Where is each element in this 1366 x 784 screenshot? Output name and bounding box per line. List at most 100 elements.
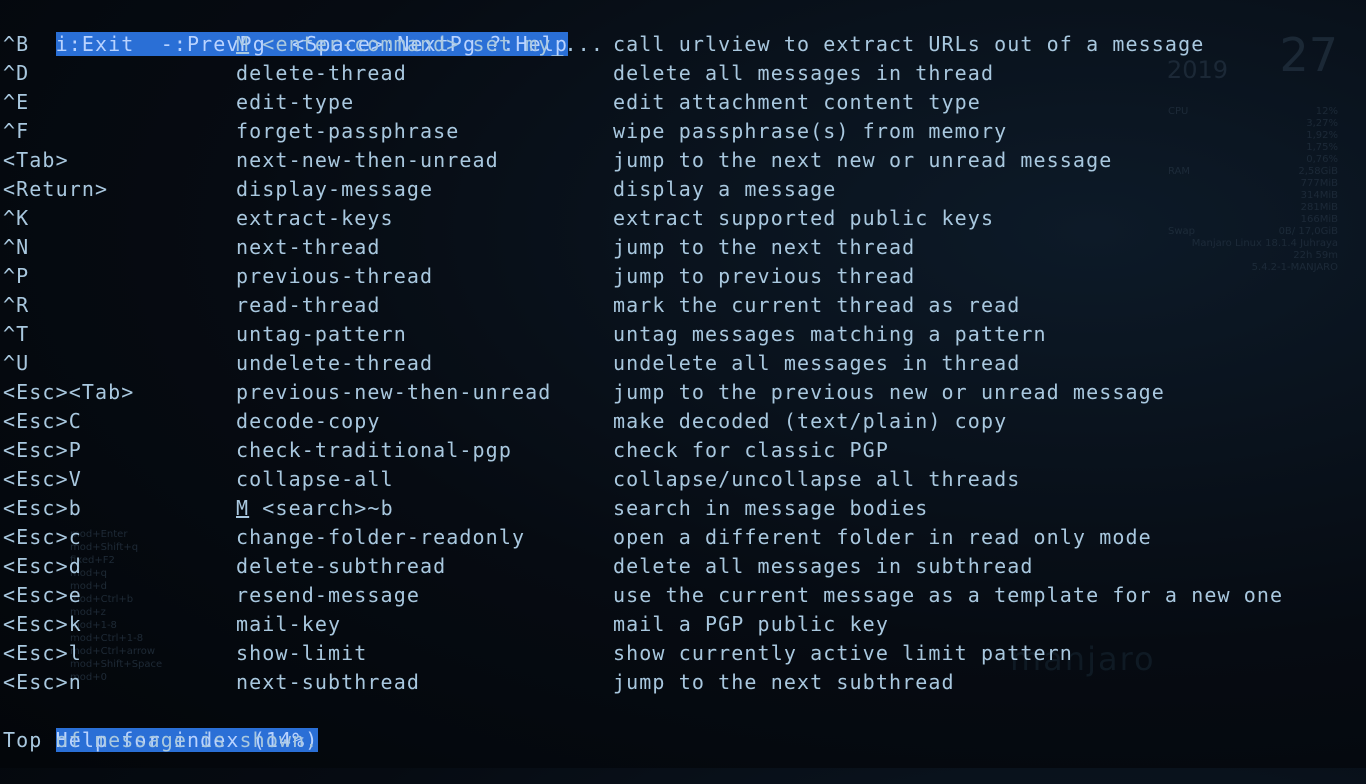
keybinding-row: ^U undelete-thread undelete all messages i… bbox=[0, 349, 1366, 378]
binding-description: make decoded (text/plain) copy bbox=[613, 409, 1008, 433]
binding-description: use the current message as a template fo… bbox=[613, 583, 1284, 607]
keybinding-row: ^F forget-passphrase wipe passphrase(s) fr… bbox=[0, 117, 1366, 146]
message-line: Top of message is shown. bbox=[3, 728, 319, 752]
binding-function: next-new-then-unread bbox=[236, 146, 499, 175]
binding-key: <Esc>V bbox=[3, 467, 82, 491]
binding-function: decode-copy bbox=[236, 407, 381, 436]
terminal-window[interactable]: i:Exit -:PrevPg <Space>:NextPg ?:Help ^B… bbox=[0, 0, 1366, 768]
keybinding-row: <Esc>C decode-copy make decoded (text/plai… bbox=[0, 407, 1366, 436]
binding-key: ^T bbox=[3, 322, 30, 346]
binding-function: previous-thread bbox=[236, 262, 433, 291]
binding-description: delete all messages in thread bbox=[613, 61, 995, 85]
binding-key: ^K bbox=[3, 206, 30, 230]
binding-key: <Esc>P bbox=[3, 438, 82, 462]
keybinding-row: <Tab> next-new-then-unread jump to the nex… bbox=[0, 146, 1366, 175]
binding-key: ^E bbox=[3, 90, 30, 114]
binding-description: wipe passphrase(s) from memory bbox=[613, 119, 1008, 143]
binding-function-text: change-folder-readonly bbox=[236, 525, 526, 549]
binding-function: untag-pattern bbox=[236, 320, 407, 349]
binding-function: display-message bbox=[236, 175, 433, 204]
binding-description: collapse/uncollapse all threads bbox=[613, 467, 1021, 491]
binding-function: next-thread bbox=[236, 233, 381, 262]
binding-function-text: <enter-command> set my_... bbox=[249, 32, 604, 56]
binding-function: resend-message bbox=[236, 581, 420, 610]
binding-description: untag messages matching a pattern bbox=[613, 322, 1047, 346]
binding-function: delete-thread bbox=[236, 59, 407, 88]
binding-description: check for classic PGP bbox=[613, 438, 889, 462]
binding-function: previous-new-then-unread bbox=[236, 378, 551, 407]
keybinding-row: ^K extract-keys extract supported public k… bbox=[0, 204, 1366, 233]
binding-description: show currently active limit pattern bbox=[613, 641, 1073, 665]
binding-key: ^F bbox=[3, 119, 30, 143]
binding-function-text: forget-passphrase bbox=[236, 119, 460, 143]
binding-function-text: next-new-then-unread bbox=[236, 148, 499, 172]
binding-function-text: undelete-thread bbox=[236, 351, 434, 375]
keybinding-row: <Esc>n next-subthread jump to the next sub… bbox=[0, 668, 1366, 697]
keybinding-row: <Return> display-message display a message bbox=[0, 175, 1366, 204]
binding-function: M <enter-command> set my_... bbox=[236, 30, 604, 59]
binding-function: delete-subthread bbox=[236, 552, 446, 581]
binding-function-text: next-subthread bbox=[236, 670, 420, 694]
binding-function-text: show-limit bbox=[236, 641, 368, 665]
keybinding-row: ^P previous-thread jump to previous thread bbox=[0, 262, 1366, 291]
binding-key: <Esc>c bbox=[3, 525, 82, 549]
keybinding-row: <Esc>P check-traditional-pgp check for cla… bbox=[0, 436, 1366, 465]
help-status-bar: Help for index (14%) bbox=[3, 697, 319, 752]
binding-description: jump to the next new or unread message bbox=[613, 148, 1113, 172]
binding-function-text: display-message bbox=[236, 177, 434, 201]
binding-description: mail a PGP public key bbox=[613, 612, 889, 636]
binding-key: <Esc>d bbox=[3, 554, 82, 578]
keybinding-row: ^D delete-thread delete all messages in th… bbox=[0, 59, 1366, 88]
binding-function: undelete-thread bbox=[236, 349, 433, 378]
binding-key: ^B bbox=[3, 32, 30, 56]
binding-description: open a different folder in read only mod… bbox=[613, 525, 1152, 549]
keybinding-row: <Esc>k mail-key mail a PGP public key bbox=[0, 610, 1366, 639]
keybinding-row: <Esc>d delete-subthread delete all message… bbox=[0, 552, 1366, 581]
keybinding-row: ^N next-thread jump to the next thread bbox=[0, 233, 1366, 262]
binding-function: next-subthread bbox=[236, 668, 420, 697]
keybinding-row: <Esc>l show-limit show currently active li… bbox=[0, 639, 1366, 668]
binding-function-text: previous-new-then-unread bbox=[236, 380, 552, 404]
binding-key: ^D bbox=[3, 61, 30, 85]
macro-marker: M bbox=[236, 496, 250, 520]
keybinding-row: ^E edit-type edit attachment content type bbox=[0, 88, 1366, 117]
binding-function-text: previous-thread bbox=[236, 264, 434, 288]
binding-function-text: check-traditional-pgp bbox=[236, 438, 512, 462]
keybinding-row: <Esc>c change-folder-readonly open a diffe… bbox=[0, 523, 1366, 552]
binding-function: read-thread bbox=[236, 291, 381, 320]
keybinding-row: <Esc><Tab> previous-new-then-unread jump t… bbox=[0, 378, 1366, 407]
binding-key: <Esc>C bbox=[3, 409, 82, 433]
binding-function-text: decode-copy bbox=[236, 409, 381, 433]
binding-function-text: next-thread bbox=[236, 235, 381, 259]
binding-description: undelete all messages in thread bbox=[613, 351, 1021, 375]
mutt-status-bar: i:Exit -:PrevPg <Space>:NextPg ?:Help bbox=[3, 1, 569, 56]
binding-description: search in message bodies bbox=[613, 496, 929, 520]
keybinding-row: ^R read-thread mark the current thread as … bbox=[0, 291, 1366, 320]
binding-key: ^N bbox=[3, 235, 30, 259]
keybinding-row: <Esc>e resend-message use the current mess… bbox=[0, 581, 1366, 610]
binding-function: mail-key bbox=[236, 610, 341, 639]
binding-function: forget-passphrase bbox=[236, 117, 459, 146]
binding-function-text: collapse-all bbox=[236, 467, 394, 491]
binding-key: ^R bbox=[3, 293, 30, 317]
binding-description: call urlview to extract URLs out of a me… bbox=[613, 32, 1205, 56]
keybinding-row: <Esc>b M <search>~b search in message bodi… bbox=[0, 494, 1366, 523]
binding-function-text: delete-subthread bbox=[236, 554, 447, 578]
binding-key: <Esc>k bbox=[3, 612, 82, 636]
binding-key: <Esc>b bbox=[3, 496, 82, 520]
binding-function: show-limit bbox=[236, 639, 367, 668]
binding-function: collapse-all bbox=[236, 465, 394, 494]
binding-description: jump to previous thread bbox=[613, 264, 916, 288]
macro-marker: M bbox=[236, 32, 250, 56]
binding-description: delete all messages in subthread bbox=[613, 554, 1034, 578]
binding-description: jump to the next subthread bbox=[613, 670, 955, 694]
binding-description: display a message bbox=[613, 177, 837, 201]
binding-description: edit attachment content type bbox=[613, 90, 981, 114]
binding-function: change-folder-readonly bbox=[236, 523, 525, 552]
keybinding-row: ^B M <enter-command> set my_... call urlvi… bbox=[0, 30, 1366, 59]
binding-function-text: <search>~b bbox=[249, 496, 394, 520]
binding-key: <Esc>n bbox=[3, 670, 82, 694]
binding-function-text: mail-key bbox=[236, 612, 342, 636]
binding-function: extract-keys bbox=[236, 204, 394, 233]
binding-function-text: extract-keys bbox=[236, 206, 394, 230]
